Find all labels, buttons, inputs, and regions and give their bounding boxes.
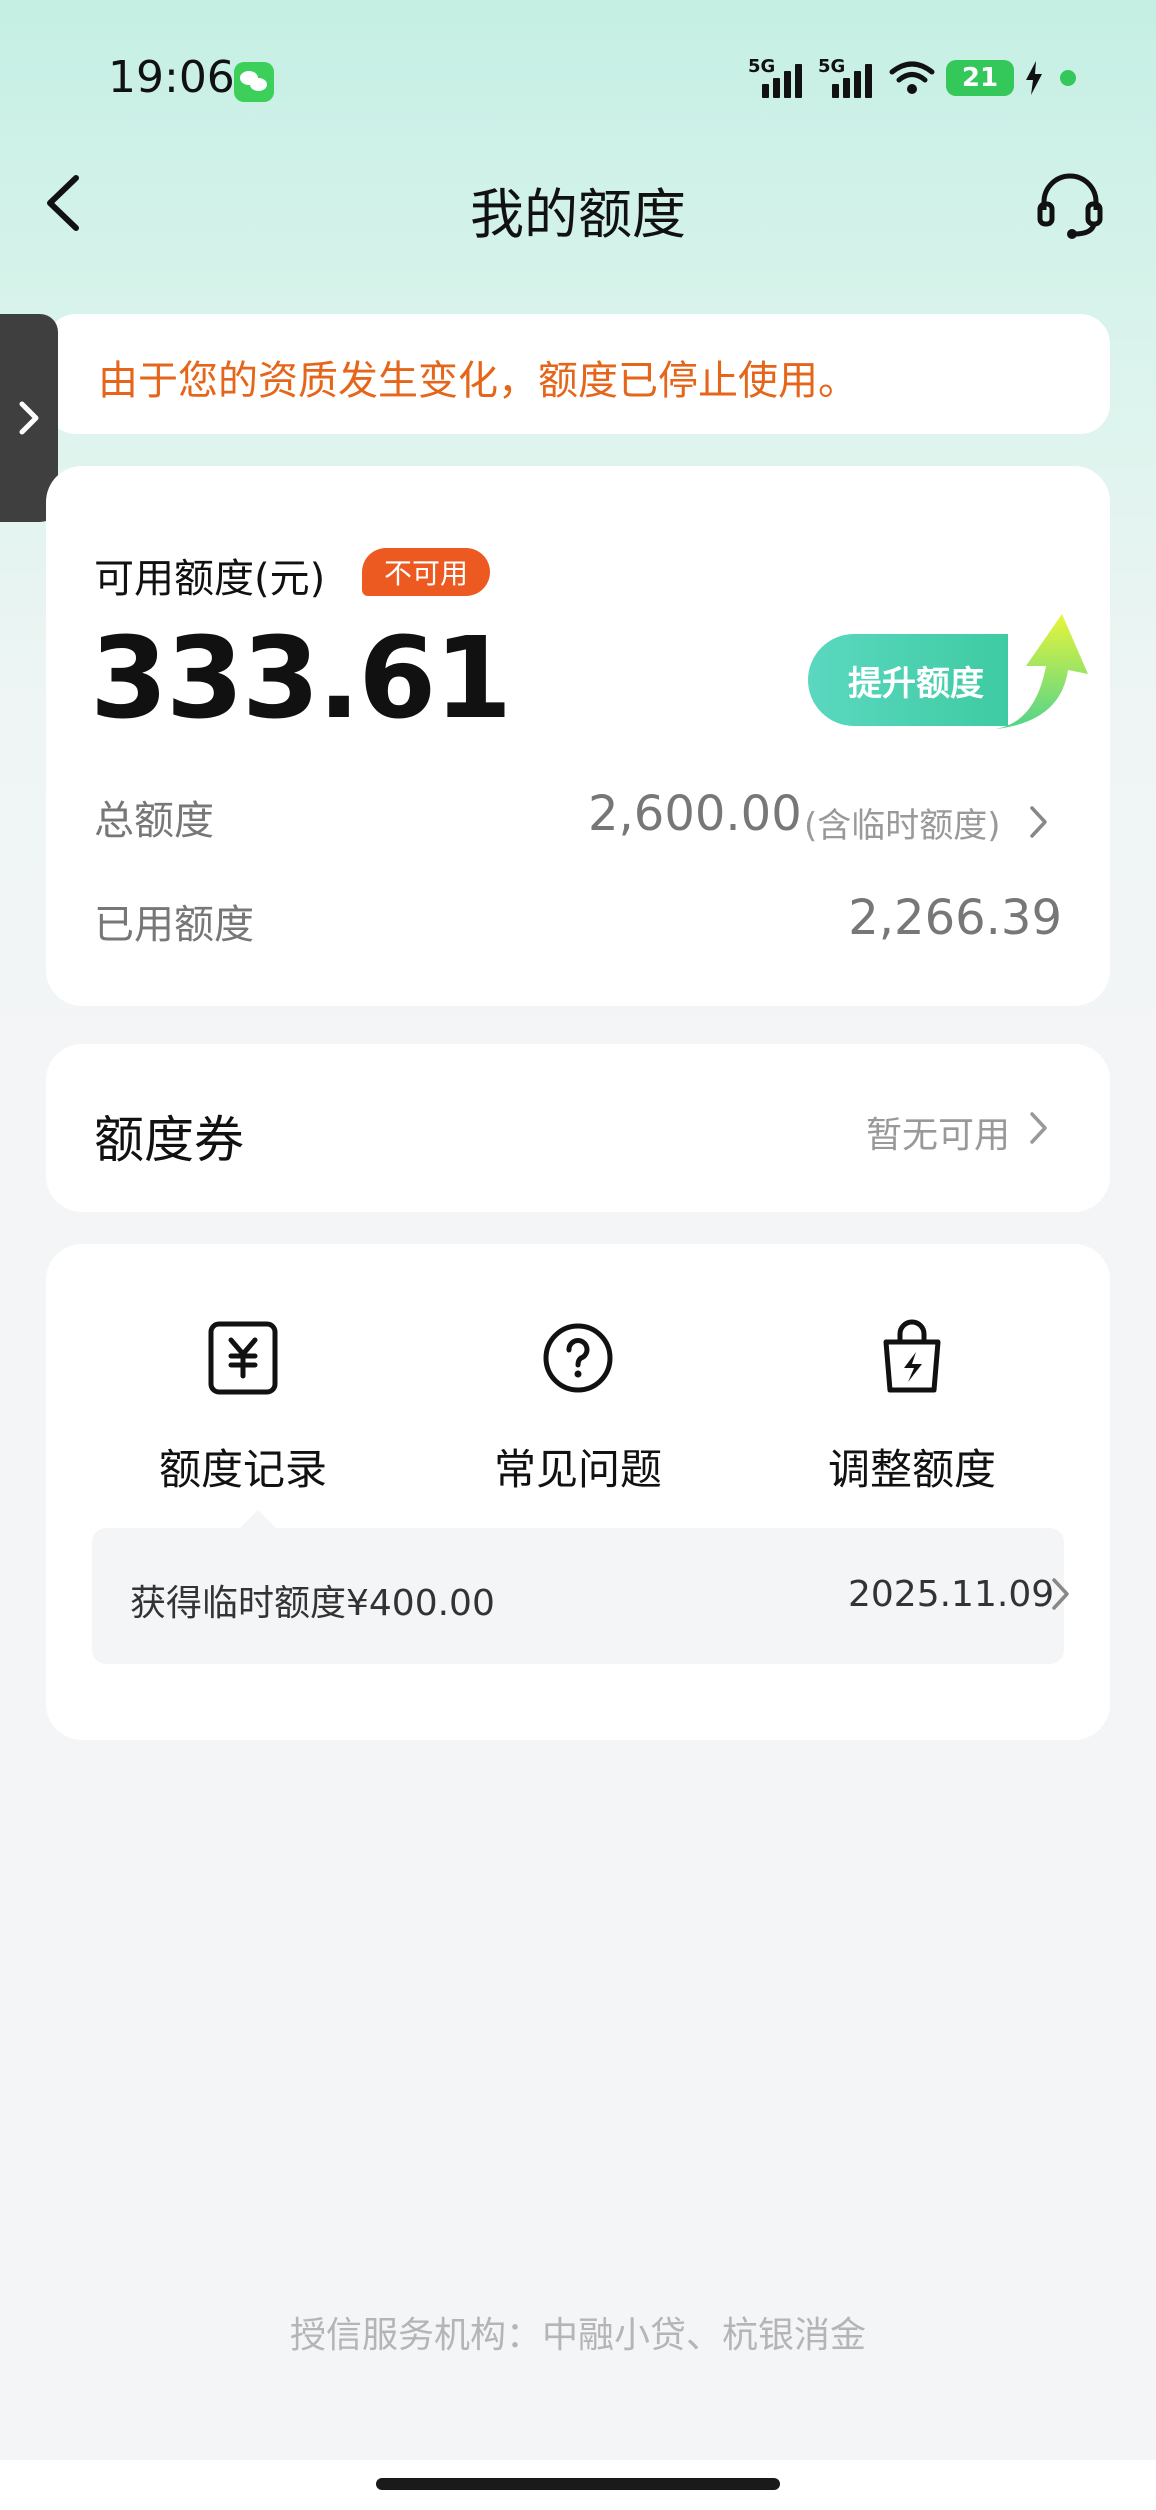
actions-card: 额度记录 常见问题 调整额度 获得临时额度¥400.00 2025.11.09: [46, 1244, 1110, 1740]
total-credit-value[interactable]: 2,600.00: [588, 786, 802, 842]
used-credit-label: 已用额度: [94, 902, 254, 948]
cellular-icon: 5G: [748, 56, 808, 100]
total-credit-label: 总额度: [94, 798, 214, 844]
status-badge: 不可用: [362, 548, 491, 596]
record-pointer: [238, 1510, 278, 1530]
credit-card: 可用额度(元) 不可用 333.61 提升额度 总额度 2,600.00 (含临…: [46, 466, 1110, 1006]
chevron-right-icon: [19, 401, 39, 435]
notice-banner: 由于您的资质发生变化，额度已停止使用。: [46, 314, 1110, 434]
action-label: 常见问题: [493, 1445, 662, 1494]
adjust-credit-action[interactable]: 调整额度: [792, 1318, 1032, 1497]
credit-record-action[interactable]: 额度记录: [123, 1318, 363, 1497]
status-icons: 5G 5G 21: [748, 56, 1076, 100]
action-label: 调整额度: [827, 1445, 996, 1494]
total-credit-note[interactable]: (含临时额度): [804, 798, 1001, 847]
available-credit-label: 可用额度(元): [94, 556, 326, 602]
latest-record-row[interactable]: 获得临时额度¥400.00 2025.11.09: [92, 1510, 1069, 1664]
faq-action[interactable]: 常见问题: [458, 1318, 698, 1497]
bolt-bag-icon: [883, 1319, 941, 1393]
network-type-label: 5G: [818, 56, 846, 77]
credit-coupon-row[interactable]: 额度券 暂无可用: [46, 1044, 1110, 1212]
chevron-right-icon: [1030, 1112, 1047, 1144]
network-type-label: 5G: [748, 56, 776, 77]
charging-icon: [1026, 61, 1042, 95]
coupon-status: 暂无可用: [866, 1115, 1011, 1156]
arrow-up-icon: [984, 614, 1088, 730]
record-date: 2025.11.09: [848, 1574, 1055, 1615]
status-time: 19:06: [108, 52, 235, 103]
available-credit-amount: 333.61: [90, 614, 512, 744]
question-circle-icon: [543, 1323, 613, 1393]
record-text: 获得临时额度¥400.00: [130, 1583, 495, 1624]
notice-text: 由于您的资质发生变化，额度已停止使用。: [98, 358, 858, 404]
chevron-right-icon[interactable]: [1028, 804, 1050, 840]
cellular-icon: 5G: [818, 56, 878, 100]
page-title: 我的额度: [470, 183, 686, 246]
wifi-icon: [889, 61, 935, 94]
yen-document-icon: [208, 1321, 278, 1395]
headset-icon[interactable]: [1034, 168, 1106, 240]
credit-institutions-text: 授信服务机构：中融小贷、杭银消金: [289, 2315, 866, 2356]
privacy-indicator-dot: [1060, 70, 1076, 86]
used-credit-value: 2,266.39: [848, 890, 1062, 946]
home-indicator[interactable]: [376, 2478, 780, 2490]
battery-icon: 21: [946, 60, 1014, 96]
coupon-title: 额度券: [94, 1111, 244, 1169]
wechat-icon: [234, 62, 274, 102]
chevron-right-icon: [1052, 1578, 1069, 1610]
action-label: 额度记录: [158, 1445, 327, 1494]
